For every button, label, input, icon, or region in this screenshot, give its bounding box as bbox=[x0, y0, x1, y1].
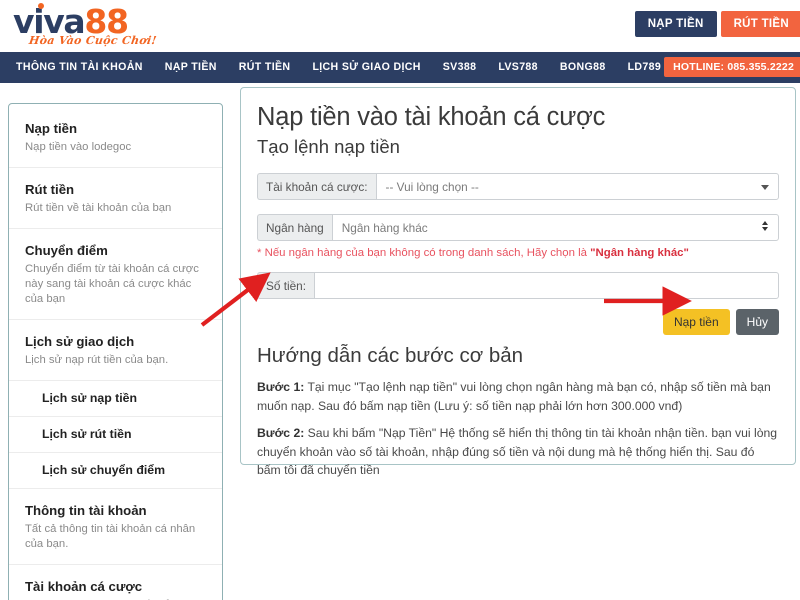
sidebar-item-desc: Nạp tiền vào lodegoc bbox=[25, 141, 132, 153]
guide-title: Hướng dẫn các bước cơ bản bbox=[257, 344, 524, 367]
bank-note: * Nếu ngân hàng của bạn không có trong d… bbox=[257, 246, 779, 261]
sidebar-item-title: Lịch sử giao dịch bbox=[25, 334, 135, 349]
bank-row: Ngân hàng Ngân hàng khác bbox=[257, 214, 779, 241]
bank-note-prefix: * Nếu ngân hàng của bạn không có trong d… bbox=[257, 247, 591, 259]
logo-dot-icon bbox=[38, 3, 44, 9]
page-subtitle: Tạo lệnh nạp tiền bbox=[257, 136, 400, 157]
top-action-buttons: NẠP TIỀN RÚT TIỀN bbox=[634, 11, 800, 37]
nav-item-bong88[interactable]: BONG88 bbox=[549, 52, 617, 83]
sidebar-item-title: Chuyển điểm bbox=[25, 243, 108, 258]
betting-account-select[interactable]: -- Vui lòng chọn -- bbox=[375, 173, 779, 200]
betting-account-label: Tài khoản cá cược: bbox=[257, 173, 376, 200]
sidebar-item-transaction-history[interactable]: Lịch sử giao dịch Lịch sử nạp rút tiền c… bbox=[9, 320, 222, 381]
nav-item-account-info[interactable]: THÔNG TIN TÀI KHOẢN bbox=[5, 52, 154, 83]
chevron-down-icon bbox=[761, 184, 769, 190]
page-title: Nạp tiền vào tài khoản cá cược bbox=[257, 103, 606, 131]
updown-spinner-icon bbox=[762, 220, 768, 231]
sidebar-item-account-info[interactable]: Thông tin tài khoản Tất cả thông tin tài… bbox=[9, 489, 222, 565]
sidebar-subitem-deposit-history[interactable]: Lịch sử nạp tiền bbox=[9, 381, 222, 417]
sidebar: Nạp tiền Nạp tiền vào lodegoc Rút tiền R… bbox=[8, 103, 223, 600]
nav-item-transaction-history[interactable]: LỊCH SỬ GIAO DỊCH bbox=[301, 52, 431, 83]
bank-note-strong: "Ngân hàng khác" bbox=[590, 247, 689, 259]
nav-item-withdraw[interactable]: RÚT TIỀN bbox=[228, 52, 302, 83]
main-content-card: Nạp tiền vào tài khoản cá cược Tạo lệnh … bbox=[240, 87, 796, 477]
guide-step-2-text: Sau khi bấm "Nạp Tiền" Hệ thống sẽ hiển … bbox=[257, 426, 778, 477]
sidebar-item-desc: Rút tiền về tài khoản của bạn bbox=[25, 202, 172, 214]
sidebar-item-desc: Lịch sử nạp rút tiền của bạn. bbox=[25, 354, 169, 366]
bank-select[interactable]: Ngân hàng khác bbox=[331, 214, 779, 241]
betting-account-value: -- Vui lòng chọn -- bbox=[385, 179, 479, 194]
cancel-button[interactable]: Hủy bbox=[735, 309, 779, 335]
amount-label: Số tiền: bbox=[257, 272, 315, 299]
amount-row: Số tiền: bbox=[257, 272, 779, 299]
sidebar-item-withdraw[interactable]: Rút tiền Rút tiền về tài khoản của bạn bbox=[9, 168, 222, 229]
sidebar-item-title: Thông tin tài khoản bbox=[25, 503, 147, 518]
guide-step-2: Bước 2: Sau khi bấm "Nạp Tiền" Hệ thống … bbox=[257, 424, 779, 480]
guide-step-1-text: Tại mục "Tạo lệnh nạp tiền" vui lòng chọ… bbox=[257, 380, 771, 413]
logo-tagline: Hòa Vào Cuộc Chơi! bbox=[28, 34, 158, 47]
guide-step-1-label: Bước 1: bbox=[257, 380, 305, 394]
sidebar-item-transfer-points[interactable]: Chuyển điểm Chuyển điểm từ tài khoản cá … bbox=[9, 229, 222, 320]
sidebar-item-betting-account[interactable]: Tài khoản cá cược Tài khoản cá cược đã c… bbox=[9, 565, 222, 600]
page-root: viva88 Hòa Vào Cuộc Chơi! NẠP TIỀN RÚT T… bbox=[0, 0, 800, 600]
site-logo[interactable]: viva88 Hòa Vào Cuộc Chơi! bbox=[13, 3, 213, 49]
amount-input[interactable] bbox=[314, 272, 779, 299]
bank-value: Ngân hàng khác bbox=[341, 220, 428, 235]
sidebar-item-desc: Tất cả thông tin tài khoản cá nhân của b… bbox=[25, 523, 196, 550]
sidebar-item-title: Tài khoản cá cược bbox=[25, 579, 143, 594]
sidebar-item-deposit[interactable]: Nạp tiền Nạp tiền vào lodegoc bbox=[9, 104, 222, 168]
sidebar-item-title: Rút tiền bbox=[25, 182, 75, 197]
guide-step-2-label: Bước 2: bbox=[257, 426, 305, 440]
sidebar-subitem-withdraw-history[interactable]: Lịch sử rút tiền bbox=[9, 417, 222, 453]
nav-item-list: THÔNG TIN TÀI KHOẢN NẠP TIỀN RÚT TIỀN LỊ… bbox=[0, 52, 672, 83]
submit-deposit-button[interactable]: Nạp tiền bbox=[662, 309, 730, 335]
withdraw-button-top[interactable]: RÚT TIỀN bbox=[720, 11, 800, 37]
main-navigation: THÔNG TIN TÀI KHOẢN NẠP TIỀN RÚT TIỀN LỊ… bbox=[0, 52, 800, 83]
sidebar-item-desc: Chuyển điểm từ tài khoản cá cược này san… bbox=[25, 263, 199, 305]
nav-item-deposit[interactable]: NẠP TIỀN bbox=[154, 52, 228, 83]
nav-item-lvs788[interactable]: LVS788 bbox=[487, 52, 549, 83]
nav-item-sv388[interactable]: SV388 bbox=[432, 52, 488, 83]
hotline-badge[interactable]: HOTLINE: 085.355.2222 bbox=[664, 57, 800, 77]
sidebar-subitem-transfer-history[interactable]: Lịch sử chuyển điểm bbox=[9, 453, 222, 489]
bank-label: Ngân hàng bbox=[257, 214, 332, 241]
form-buttons: Nạp tiền Hủy bbox=[257, 309, 779, 335]
deposit-button-top[interactable]: NẠP TIỀN bbox=[634, 11, 717, 37]
sidebar-item-title: Nạp tiền bbox=[25, 121, 78, 136]
betting-account-row: Tài khoản cá cược: -- Vui lòng chọn -- bbox=[257, 173, 779, 200]
guide-step-1: Bước 1: Tại mục "Tạo lệnh nạp tiền" vui … bbox=[257, 378, 779, 415]
top-bar: viva88 Hòa Vào Cuộc Chơi! NẠP TIỀN RÚT T… bbox=[0, 0, 800, 52]
